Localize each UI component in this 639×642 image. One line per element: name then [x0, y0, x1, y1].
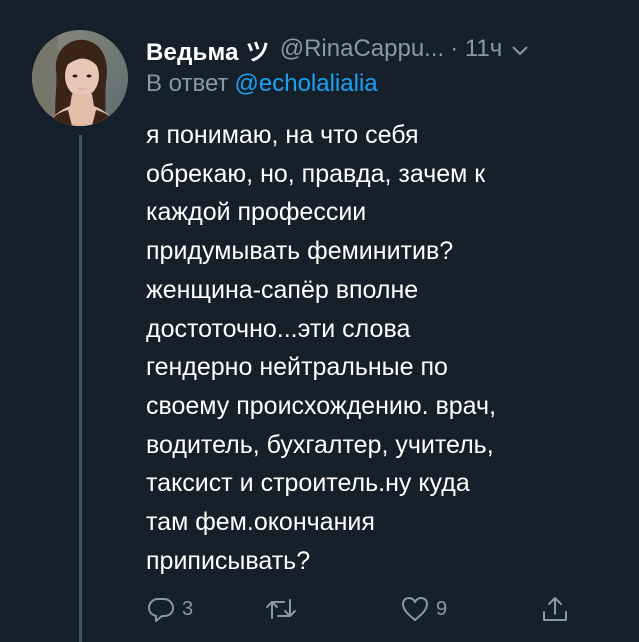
tweet-text-line: обрекаю, но, правда, зачем к — [146, 159, 486, 188]
tweet-text: я понимаю, на что себя обрекаю, но, прав… — [146, 116, 626, 580]
tweet-text-line: водитель, бухгалтер, учитель, — [146, 430, 494, 459]
tweet-text-line: я понимаю, на что себя — [146, 121, 419, 149]
chevron-down-icon[interactable] — [510, 37, 530, 65]
tweet[interactable]: Ведьма ツ @RinaCappu... · 11ч В ответ @ech… — [0, 0, 639, 642]
user-handle[interactable]: @RinaCappu... — [280, 35, 444, 63]
retweet-button[interactable] — [264, 592, 304, 626]
tweet-text-line: достоточно...эти слова — [146, 314, 411, 343]
share-icon — [540, 594, 570, 624]
share-button[interactable] — [540, 592, 570, 626]
avatar-photo — [32, 30, 128, 126]
tweet-header: Ведьма ツ @RinaCappu... · 11ч — [146, 32, 530, 66]
avatar[interactable] — [32, 30, 128, 126]
reply-context: В ответ @echolalialia — [146, 70, 378, 98]
thread-line — [79, 135, 82, 642]
action-bar: 3 9 — [146, 592, 576, 626]
reply-icon — [146, 594, 176, 624]
tweet-text-line: таксист и строитель.ну куда — [146, 469, 470, 498]
tweet-text-line: там фем.окончания — [146, 508, 375, 537]
display-name[interactable]: Ведьма ツ — [146, 32, 270, 67]
tweet-text-line: женщина-сапёр вполне — [146, 275, 419, 304]
like-count: 9 — [436, 597, 448, 620]
reply-to-link[interactable]: @echolalialia — [235, 70, 378, 97]
retweet-icon — [264, 594, 298, 624]
reply-button[interactable]: 3 — [146, 592, 193, 626]
tweet-text-line: гендерно нейтральные по — [146, 353, 448, 382]
tweet-text-line: каждой профессии — [146, 198, 367, 227]
like-button[interactable]: 9 — [400, 592, 447, 626]
timestamp[interactable]: · 11ч — [450, 35, 502, 63]
reply-count: 3 — [182, 597, 194, 620]
tweet-text-line: своему происхождению. врач, — [146, 391, 497, 420]
tweet-text-line: придумывать феминитив? — [146, 237, 454, 266]
tweet-text-line: приписывать? — [146, 546, 311, 575]
like-icon — [400, 594, 430, 624]
reply-prefix: В ответ — [146, 70, 229, 97]
